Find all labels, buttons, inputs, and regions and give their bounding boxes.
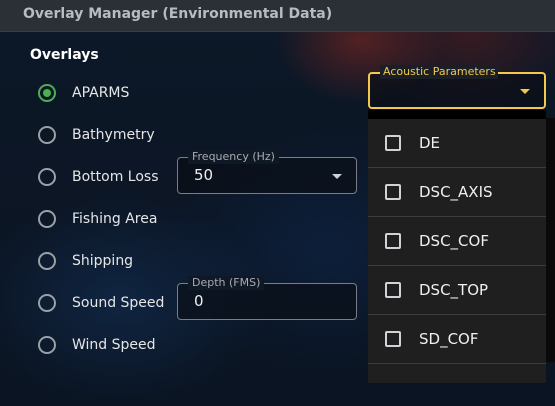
checkbox[interactable]	[385, 233, 401, 249]
acoustic-parameters-dropdown: DE DSC_AXIS DSC_COF DSC_TOP SD_COF	[368, 110, 546, 383]
radio-button[interactable]	[38, 252, 56, 270]
overlay-option-fishing-area[interactable]: Fishing Area	[38, 207, 157, 231]
dropdown-option[interactable]: DSC_TOP	[368, 266, 546, 315]
dropdown-option[interactable]: SD_COF	[368, 315, 546, 364]
overlay-label: Wind Speed	[72, 337, 156, 353]
title-bar: Overlay Manager (Environmental Data)	[0, 0, 555, 32]
acoustic-parameters-select[interactable]: Acoustic Parameters	[368, 65, 546, 109]
overlay-option-sound-speed[interactable]: Sound Speed	[38, 291, 164, 315]
option-label: DSC_AXIS	[419, 183, 493, 201]
radio-button[interactable]	[38, 294, 56, 312]
dropdown-option[interactable]: DSC_AXIS	[368, 168, 546, 217]
overlay-option-bathymetry[interactable]: Bathymetry	[38, 123, 155, 147]
chevron-down-icon	[520, 89, 530, 94]
checkbox[interactable]	[385, 184, 401, 200]
overlay-option-bottom-loss[interactable]: Bottom Loss	[38, 165, 159, 189]
frequency-value: 50	[194, 166, 214, 184]
radio-button[interactable]	[38, 210, 56, 228]
overlay-label: Shipping	[72, 253, 134, 269]
checkbox[interactable]	[385, 282, 401, 298]
radio-button[interactable]	[38, 336, 56, 354]
overlay-option-shipping[interactable]: Shipping	[38, 249, 133, 273]
overlay-label: Sound Speed	[72, 295, 165, 311]
overlay-option-aparms[interactable]: APARMS	[38, 81, 129, 105]
checkbox[interactable]	[385, 135, 401, 151]
radio-button-selected[interactable]	[38, 84, 56, 102]
dropdown-option[interactable]: DE	[368, 119, 546, 168]
dropdown-top-strip	[368, 110, 546, 119]
acoustic-parameters-label: Acoustic Parameters	[380, 65, 498, 79]
dropdown-option[interactable]: DSC_COF	[368, 217, 546, 266]
radio-button[interactable]	[38, 168, 56, 186]
side-panel-edge	[546, 118, 555, 362]
option-label: SD_COF	[419, 330, 479, 348]
option-label: DSC_TOP	[419, 281, 489, 299]
overlay-label: Fishing Area	[72, 211, 158, 227]
radio-button[interactable]	[38, 126, 56, 144]
depth-label: Depth (FMS)	[188, 276, 265, 290]
depth-value: 0	[194, 292, 204, 310]
frequency-label: Frequency (Hz)	[188, 150, 279, 164]
option-label: DE	[419, 134, 441, 152]
overlays-heading: Overlays	[30, 47, 99, 63]
frequency-select[interactable]: Frequency (Hz) 50	[177, 150, 357, 194]
option-label: DSC_COF	[419, 232, 489, 250]
window-title: Overlay Manager (Environmental Data)	[23, 6, 333, 22]
overlay-label: APARMS	[72, 85, 130, 101]
checkbox[interactable]	[385, 331, 401, 347]
chevron-down-icon	[332, 174, 342, 179]
overlay-label: Bathymetry	[72, 127, 155, 143]
overlay-label: Bottom Loss	[72, 169, 159, 185]
overlay-option-wind-speed[interactable]: Wind Speed	[38, 333, 156, 357]
depth-input[interactable]: Depth (FMS) 0	[177, 276, 357, 320]
